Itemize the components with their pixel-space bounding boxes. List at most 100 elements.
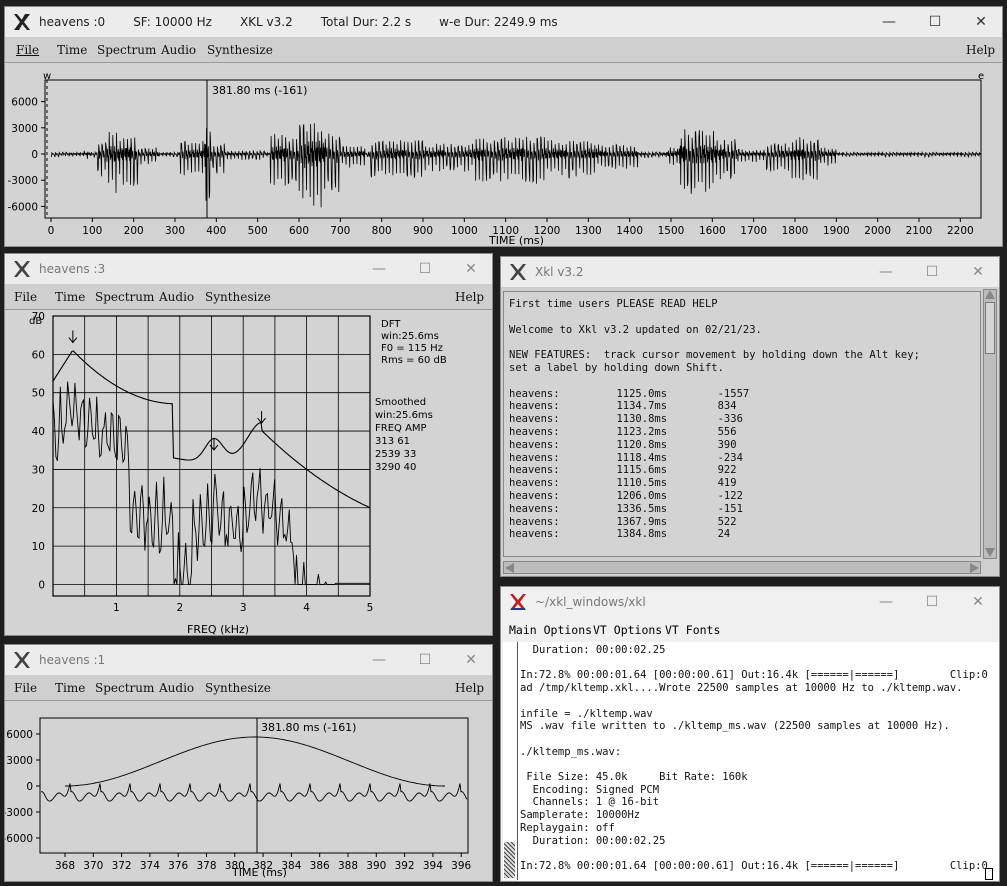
scroll-right-arrow-icon[interactable] bbox=[970, 563, 979, 573]
waveform-plot[interactable]: w e 600030000-3000-6000 0 100 200 300 400 500… bbox=[5, 63, 1002, 247]
maximize-button[interactable]: ☐ bbox=[909, 257, 955, 287]
terminal-line: ad /tmp/kltemp.xkl....Wrote 22500 sample… bbox=[520, 682, 963, 695]
y-tick-label: 3000 bbox=[6, 755, 33, 767]
menu-help[interactable]: Help bbox=[966, 43, 995, 57]
terminal-line: Channels: 1 @ 16-bit bbox=[520, 796, 660, 809]
menu-time[interactable]: Time bbox=[57, 43, 87, 57]
x-tick-label: 388 bbox=[338, 860, 358, 872]
x-tick-label: 368 bbox=[55, 860, 75, 872]
menu-spectrum[interactable]: Spectrum bbox=[95, 290, 154, 304]
menu-vt-options[interactable]: VT Options bbox=[593, 623, 662, 637]
menu-spectrum[interactable]: Spectrum bbox=[97, 43, 156, 57]
x-axis-ticks: 1 2 3 4 5 bbox=[113, 602, 373, 614]
zoom-waveform-plot[interactable]: 6000 3000 0 -3000 -6000 368 370 372 374 376 378 38… bbox=[5, 701, 492, 881]
close-button[interactable]: ✕ bbox=[955, 587, 999, 617]
terminal-output[interactable]: Duration: 00:00:02.25 In:72.8% 00:00:01.… bbox=[518, 642, 999, 881]
menu-vt-fonts[interactable]: VT Fonts bbox=[665, 623, 720, 637]
cursor-label: 381.80 ms (-161) bbox=[261, 721, 356, 734]
smoothed-window: win:25.6ms bbox=[375, 410, 433, 421]
terminal-window: ~/xkl_windows/xkl — ☐ ✕ Main Options VT … bbox=[500, 586, 1000, 882]
xkl-window-title: Xkl v3.2 bbox=[535, 265, 584, 279]
xkl-message-line: heavens: 1110.5ms 419 bbox=[509, 477, 737, 490]
y-axis-ticks: 70 60 50 40 30 20 10 0 bbox=[32, 311, 45, 591]
menu-audio[interactable]: Audio bbox=[161, 43, 196, 57]
spectrum-plot[interactable]: dB 706050403020100 12345 DFT win:25.6ms … bbox=[5, 310, 492, 636]
x-tick-label: 3 bbox=[240, 602, 247, 614]
x-tick-label: 200 bbox=[124, 225, 144, 237]
x-tick-label: 800 bbox=[372, 225, 392, 237]
x-tick-label: 2 bbox=[176, 602, 183, 614]
scroll-left-arrow-icon[interactable] bbox=[505, 563, 514, 573]
menu-help[interactable]: Help bbox=[455, 681, 484, 695]
y-tick-label: 20 bbox=[32, 503, 45, 515]
x-tick-label: 1800 bbox=[782, 225, 809, 237]
menu-file[interactable]: File bbox=[16, 43, 39, 57]
close-button[interactable]: ✕ bbox=[958, 7, 1002, 37]
terminal-cursor bbox=[985, 868, 993, 880]
smoothed-peak-1: 313 61 bbox=[375, 436, 410, 447]
y-tick-label: 3000 bbox=[11, 123, 38, 135]
minimize-button[interactable]: — bbox=[863, 257, 909, 287]
menu-synthesize[interactable]: Synthesize bbox=[205, 681, 271, 695]
y-tick-label: 0 bbox=[31, 149, 38, 161]
minimize-button[interactable]: — bbox=[356, 645, 402, 675]
xkl-message-line bbox=[509, 375, 975, 388]
xkl-window-titlebar[interactable]: Xkl v3.2 — ☐ ✕ bbox=[501, 257, 999, 287]
menu-file[interactable]: File bbox=[14, 290, 37, 304]
x-tick-label: 500 bbox=[248, 225, 268, 237]
close-button[interactable]: ✕ bbox=[448, 645, 492, 675]
menu-time[interactable]: Time bbox=[55, 681, 85, 695]
x-tick-label: 1300 bbox=[575, 225, 602, 237]
xkl-message-line: heavens: 1384.8ms 24 bbox=[509, 528, 731, 541]
menu-synthesize[interactable]: Synthesize bbox=[205, 290, 271, 304]
menu-spectrum[interactable]: Spectrum bbox=[95, 681, 154, 695]
close-button[interactable]: ✕ bbox=[448, 254, 492, 284]
terminal-scrollbar[interactable] bbox=[503, 642, 518, 880]
xkl-message-line bbox=[509, 336, 975, 349]
terminal-line: Duration: 00:00:02.25 bbox=[520, 834, 666, 847]
main-window-titlebar[interactable]: heavens :0 SF: 10000 Hz XKL v3.2 Total D… bbox=[5, 7, 1002, 37]
menu-main-options[interactable]: Main Options bbox=[509, 623, 592, 637]
x-tick-label: 1700 bbox=[740, 225, 767, 237]
menu-audio[interactable]: Audio bbox=[159, 290, 194, 304]
x-tick-label: 600 bbox=[289, 225, 309, 237]
terminal-window-titlebar[interactable]: ~/xkl_windows/xkl — ☐ ✕ bbox=[501, 587, 999, 617]
x-tick-label: 2200 bbox=[947, 225, 974, 237]
menu-help[interactable]: Help bbox=[455, 290, 484, 304]
horizontal-scrollbar[interactable] bbox=[503, 561, 981, 574]
smoothed-header: FREQ AMP bbox=[375, 423, 427, 434]
terminal-scroll-thumb[interactable] bbox=[504, 842, 515, 878]
maximize-button[interactable]: ☐ bbox=[909, 587, 955, 617]
xkl-message-line: NEW FEATURES: track cursor movement by h… bbox=[509, 349, 920, 362]
minimize-button[interactable]: — bbox=[863, 587, 909, 617]
xkl-message-line: heavens: 1118.4ms -234 bbox=[509, 451, 743, 464]
spectrum-window-titlebar[interactable]: heavens :3 — ☐ ✕ bbox=[5, 254, 492, 284]
scroll-down-arrow-icon[interactable] bbox=[985, 548, 995, 557]
xkl-message-line: heavens: 1336.5ms -151 bbox=[509, 502, 743, 515]
maximize-button[interactable]: ☐ bbox=[402, 645, 448, 675]
x-tick-label: 2100 bbox=[906, 225, 933, 237]
y-tick-label: 60 bbox=[32, 349, 45, 361]
menu-time[interactable]: Time bbox=[55, 290, 85, 304]
zoom-window-titlebar[interactable]: heavens :1 — ☐ ✕ bbox=[5, 645, 492, 675]
minimize-button[interactable]: — bbox=[866, 7, 912, 37]
maximize-button[interactable]: ☐ bbox=[402, 254, 448, 284]
xkl-message-line: Welcome to Xkl v3.2 updated on 02/21/23. bbox=[509, 323, 762, 336]
y-tick-label: 6000 bbox=[11, 97, 38, 109]
menu-synthesize[interactable]: Synthesize bbox=[207, 43, 273, 57]
scroll-thumb[interactable] bbox=[985, 302, 995, 354]
menu-file[interactable]: File bbox=[14, 681, 37, 695]
maximize-button[interactable]: ☐ bbox=[912, 7, 958, 37]
scroll-up-arrow-icon[interactable] bbox=[985, 290, 995, 299]
minimize-button[interactable]: — bbox=[356, 254, 402, 284]
xkl-message-line: heavens: 1367.9ms 522 bbox=[509, 515, 737, 528]
xkl-message-area[interactable]: First time users PLEASE READ HELP Welcom… bbox=[503, 291, 981, 557]
close-button[interactable]: ✕ bbox=[955, 257, 999, 287]
menu-audio[interactable]: Audio bbox=[159, 681, 194, 695]
vertical-scrollbar[interactable] bbox=[983, 289, 997, 559]
x-tick-label: 376 bbox=[168, 860, 188, 872]
x-tick-label: 1400 bbox=[616, 225, 643, 237]
